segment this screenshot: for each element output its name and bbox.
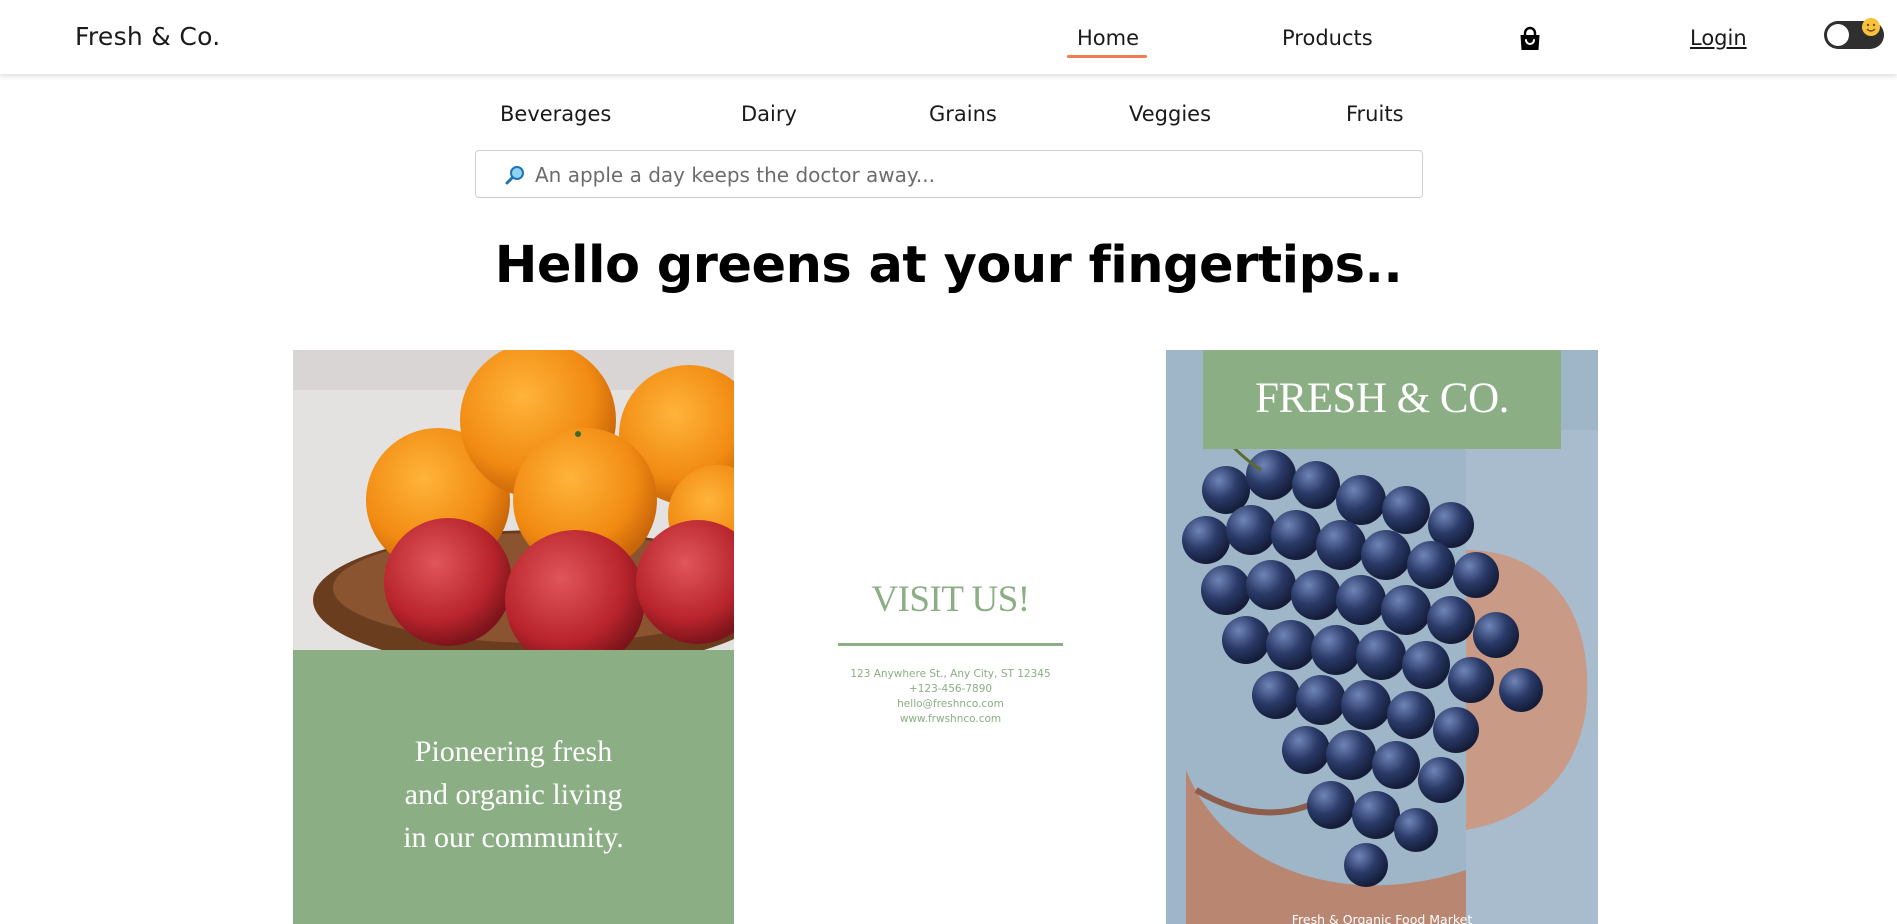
- hero-title: Hello greens at your fingertips..: [494, 236, 1403, 295]
- fruit-bowl-photo: [293, 350, 734, 650]
- shopping-bag-icon[interactable]: [1517, 26, 1543, 52]
- category-veggies[interactable]: Veggies: [1129, 102, 1211, 126]
- category-grains[interactable]: Grains: [929, 102, 997, 126]
- nav-products-link[interactable]: Products: [1282, 26, 1373, 50]
- contact-email: hello@freshnco.com: [897, 698, 1004, 710]
- toggle-knob: [1827, 24, 1849, 46]
- category-fruits[interactable]: Fruits: [1346, 102, 1404, 126]
- brand-banner-text: FRESH & CO.: [1255, 375, 1509, 422]
- tagline-line: Pioneering fresh: [414, 735, 613, 768]
- visit-us-title: VISIT US!: [871, 579, 1030, 620]
- flyer-tagline: Pioneering fresh and organic living in o…: [293, 730, 734, 859]
- contact-phone: +123-456-7890: [908, 683, 993, 695]
- flyer-left-panel: Pioneering fresh and organic living in o…: [293, 350, 734, 924]
- visit-divider: [838, 643, 1063, 646]
- market-caption: Fresh & Organic Food Market: [1291, 912, 1473, 924]
- brand-logo-text[interactable]: Fresh & Co.: [75, 22, 221, 51]
- nav-login-link[interactable]: Login: [1690, 26, 1747, 50]
- tagline-line: and organic living: [404, 778, 623, 811]
- magnifying-glass-icon: [505, 166, 524, 185]
- search-input[interactable]: [533, 160, 1397, 190]
- tagline-line: in our community.: [403, 821, 624, 854]
- contact-address: 123 Anywhere St., Any City, ST 12345: [850, 668, 1051, 680]
- top-navbar: Fresh & Co. Home Products Login: [0, 0, 1897, 74]
- category-dairy[interactable]: Dairy: [741, 102, 797, 126]
- sun-face-icon: [1862, 18, 1880, 36]
- search-box: [475, 150, 1423, 198]
- flyer-right-panel: FRESH & CO. Fresh & Organic Food Market: [1166, 350, 1598, 924]
- category-beverages[interactable]: Beverages: [500, 102, 611, 126]
- nav-home-link[interactable]: Home: [1077, 26, 1139, 50]
- brand-banner: FRESH & CO.: [1203, 350, 1561, 449]
- contact-website: www.frwshnco.com: [899, 713, 1002, 725]
- visit-contact-info: 123 Anywhere St., Any City, ST 12345 +12…: [838, 667, 1063, 727]
- active-nav-indicator: [1067, 55, 1147, 58]
